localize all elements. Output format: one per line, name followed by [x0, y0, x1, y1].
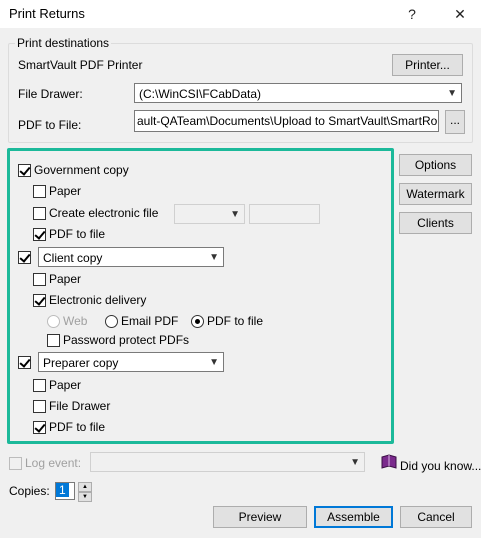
log-event-checkbox[interactable] — [9, 457, 22, 470]
password-protect-label: Password protect PDFs — [63, 333, 190, 347]
file-drawer-select[interactable]: (C:\WinCSI\FCabData) ▼ — [134, 83, 462, 103]
chevron-down-icon: ▼ — [350, 457, 360, 468]
help-button[interactable]: ? — [398, 2, 426, 26]
create-electronic-label: Create electronic file — [49, 206, 159, 220]
gov-paper-label: Paper — [49, 184, 82, 198]
copies-value: 1 — [56, 483, 69, 497]
electronic-format-select[interactable]: ▼ — [174, 204, 245, 224]
watermark-button[interactable]: Watermark — [399, 183, 472, 205]
client-copy-select[interactable]: Client copy ▼ — [38, 247, 224, 267]
preparer-paper-checkbox[interactable] — [33, 379, 46, 392]
did-you-know-link[interactable]: Did you know... — [400, 459, 481, 473]
preparer-copy-checkbox[interactable] — [18, 356, 31, 369]
assemble-button[interactable]: Assemble — [314, 506, 393, 528]
file-drawer-checkbox[interactable] — [33, 400, 46, 413]
preparer-copy-select[interactable]: Preparer copy ▼ — [38, 352, 224, 372]
printer-button[interactable]: Printer... — [392, 54, 463, 76]
gov-pdf-checkbox[interactable] — [33, 228, 46, 241]
preview-button[interactable]: Preview — [213, 506, 307, 528]
book-icon[interactable] — [380, 454, 398, 470]
chevron-down-icon: ▼ — [447, 88, 457, 99]
cancel-button[interactable]: Cancel — [400, 506, 472, 528]
gov-paper-checkbox[interactable] — [33, 185, 46, 198]
web-radio-label: Web — [63, 314, 88, 328]
electronic-delivery-checkbox[interactable] — [33, 294, 46, 307]
chevron-down-icon: ▼ — [209, 357, 219, 368]
log-event-label: Log event: — [25, 456, 82, 470]
email-pdf-radio[interactable] — [105, 315, 118, 328]
browse-button[interactable]: ... — [445, 110, 465, 134]
preparer-paper-label: Paper — [49, 378, 82, 392]
government-copy-checkbox[interactable] — [18, 164, 31, 177]
copies-down-button[interactable]: ▼ — [78, 492, 92, 502]
printer-button-label: Printer... — [405, 58, 450, 72]
pdf-to-file-radio[interactable] — [191, 315, 204, 328]
electronic-field[interactable] — [249, 204, 320, 224]
copies-input[interactable]: 1 — [55, 482, 75, 500]
government-copy-label: Government copy — [34, 163, 129, 177]
print-destinations-legend: Print destinations — [15, 36, 112, 50]
options-button[interactable]: Options — [399, 154, 472, 176]
client-paper-checkbox[interactable] — [33, 273, 46, 286]
file-drawer-value: (C:\WinCSI\FCabData) — [139, 87, 262, 101]
log-event-select[interactable]: ▼ — [90, 452, 365, 472]
pdf-path-field[interactable]: ault-QATeam\Documents\Upload to SmartVau… — [134, 110, 439, 132]
close-button[interactable]: ✕ — [446, 2, 474, 26]
client-copy-checkbox[interactable] — [18, 251, 31, 264]
clients-button[interactable]: Clients — [399, 212, 472, 234]
client-paper-label: Paper — [49, 272, 82, 286]
copies-label: Copies: — [9, 484, 50, 498]
email-pdf-label: Email PDF — [121, 314, 179, 328]
gov-pdf-label: PDF to file — [49, 227, 106, 241]
chevron-down-icon: ▼ — [209, 252, 219, 263]
preparer-pdf-label: PDF to file — [49, 420, 106, 434]
web-radio[interactable] — [47, 315, 60, 328]
window-title: Print Returns — [9, 6, 85, 21]
file-drawer-option-label: File Drawer — [49, 399, 111, 413]
password-protect-checkbox[interactable] — [47, 334, 60, 347]
preparer-copy-value: Preparer copy — [43, 356, 119, 370]
client-copy-value: Client copy — [43, 251, 103, 265]
electronic-delivery-label: Electronic delivery — [49, 293, 147, 307]
file-drawer-label: File Drawer: — [18, 87, 83, 101]
pdf-to-file-label: PDF to File: — [18, 118, 82, 132]
create-electronic-checkbox[interactable] — [33, 207, 46, 220]
chevron-down-icon: ▼ — [230, 209, 240, 220]
printer-name: SmartVault PDF Printer — [18, 58, 143, 72]
pdf-to-file-radio-label: PDF to file — [207, 314, 264, 328]
preparer-pdf-checkbox[interactable] — [33, 421, 46, 434]
copies-up-button[interactable]: ▲ — [78, 482, 92, 492]
